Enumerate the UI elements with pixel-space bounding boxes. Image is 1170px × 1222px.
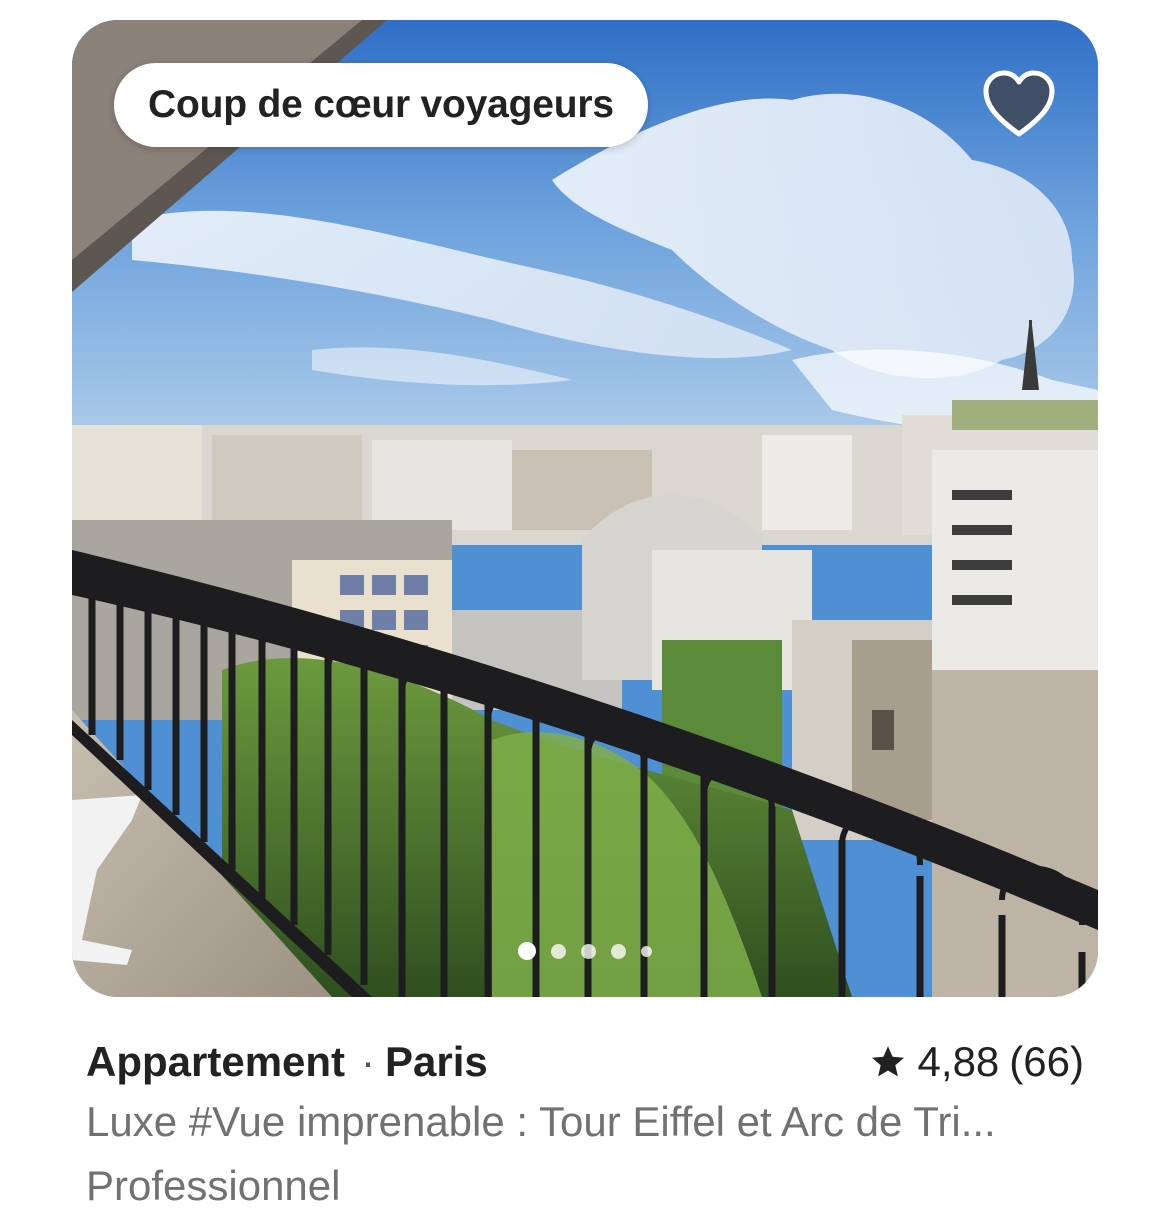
listing-card[interactable]: Coup de cœur voyageurs Appartement · Par… [0, 0, 1170, 1222]
pagination-dot[interactable] [581, 943, 596, 959]
pagination-dot[interactable] [551, 943, 566, 959]
separator: · [361, 1038, 376, 1085]
listing-type-location: Appartement · Paris [86, 1038, 488, 1086]
carousel-pagination [72, 942, 1098, 960]
guest-favorite-badge: Coup de cœur voyageurs [114, 63, 648, 147]
favorite-button[interactable] [982, 70, 1056, 140]
city: Paris [385, 1038, 488, 1085]
listing-photo-carousel[interactable]: Coup de cœur voyageurs [72, 20, 1098, 997]
review-count: (66) [1009, 1038, 1084, 1085]
listing-title: Luxe #Vue imprenable : Tour Eiffel et Ar… [86, 1098, 996, 1145]
pagination-dot[interactable] [518, 942, 536, 960]
heart-icon [983, 70, 1055, 137]
rating-score: 4,88 [917, 1038, 1000, 1085]
pagination-dot[interactable] [641, 945, 652, 957]
rating: 4,88 (66) [870, 1038, 1084, 1086]
listing-page: Coup de cœur voyageurs Appartement · Par… [0, 0, 1170, 1222]
pagination-dot[interactable] [611, 943, 626, 959]
listing-photo [72, 20, 1098, 997]
host-type: Professionnel [86, 1162, 341, 1209]
star-icon [871, 1046, 904, 1077]
listing-header-row: Appartement · Paris 4,88 (66) [86, 1034, 1084, 1090]
property-type: Appartement [86, 1038, 346, 1085]
